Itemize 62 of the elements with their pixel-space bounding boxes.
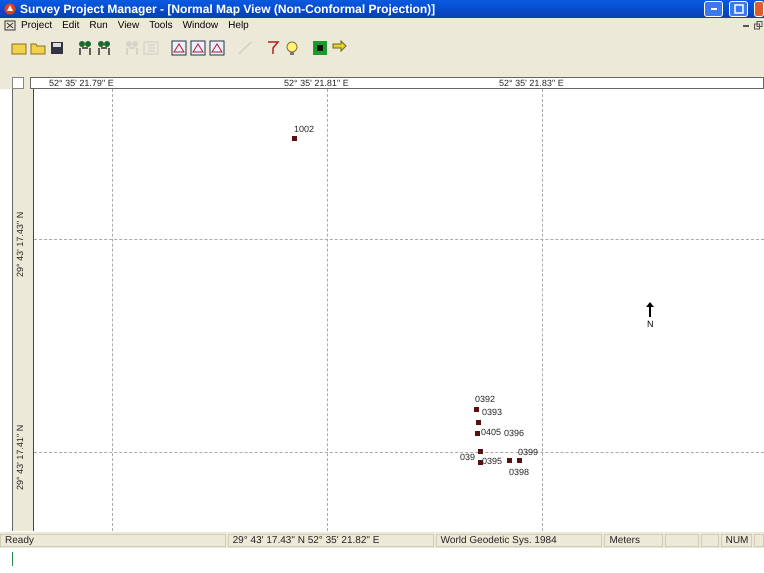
bulb-icon bbox=[284, 40, 300, 56]
status-pane: NUM bbox=[720, 534, 752, 546]
menu-item[interactable]: Edit bbox=[57, 20, 84, 31]
figures-icon bbox=[77, 40, 93, 56]
minimize-icon bbox=[743, 24, 749, 26]
new-file-icon bbox=[11, 41, 27, 55]
square-icon bbox=[312, 40, 328, 56]
toolbar-button[interactable] bbox=[189, 39, 207, 57]
document-icon[interactable] bbox=[4, 20, 16, 31]
minimize-button[interactable] bbox=[704, 1, 723, 17]
menu-item[interactable]: Tools bbox=[144, 20, 178, 31]
status-pane bbox=[665, 534, 699, 546]
map-frame-icon bbox=[190, 40, 206, 56]
status-pane: Meters bbox=[604, 534, 664, 546]
maximize-button[interactable] bbox=[729, 1, 748, 17]
minimize-icon bbox=[710, 8, 716, 10]
figures-icon bbox=[124, 40, 140, 56]
map-frame-icon bbox=[171, 40, 187, 56]
toolbar-button[interactable] bbox=[95, 39, 113, 57]
ruler-corner bbox=[12, 77, 24, 89]
status-pane: World Geodetic Sys. 1984 bbox=[436, 534, 602, 546]
point-label: 0393 bbox=[482, 407, 502, 417]
toolbar-button[interactable] bbox=[311, 39, 329, 57]
status-pane bbox=[700, 534, 719, 546]
menu-item[interactable]: Window bbox=[178, 20, 224, 31]
north-label: N bbox=[647, 319, 654, 329]
toolbar-button[interactable] bbox=[170, 39, 188, 57]
ruler-label: 52° 35' 21.81'' E bbox=[284, 78, 349, 88]
figures-icon bbox=[96, 40, 112, 56]
app-icon bbox=[4, 3, 16, 15]
toolbar-button[interactable] bbox=[48, 39, 66, 57]
restore-icon bbox=[754, 21, 762, 30]
maximize-icon bbox=[734, 4, 744, 14]
ruler-label: 29° 43' 17.43'' N bbox=[15, 212, 25, 277]
status-pane bbox=[754, 534, 764, 546]
status-pane: Ready bbox=[0, 534, 226, 546]
status-pane: 29° 43' 17.43" N 52° 35' 21.82" E bbox=[228, 534, 434, 546]
point-label: 0399 bbox=[518, 447, 538, 457]
close-button[interactable] bbox=[754, 1, 764, 17]
grid-icon bbox=[143, 40, 159, 56]
save-icon bbox=[50, 41, 64, 55]
open-folder-icon bbox=[30, 41, 46, 55]
point-label: 0405 bbox=[481, 427, 502, 437]
point-label: 1002 bbox=[294, 124, 314, 134]
menu-item[interactable]: Run bbox=[84, 20, 113, 31]
map-frame-icon bbox=[209, 40, 225, 56]
toolbar-button[interactable] bbox=[76, 39, 94, 57]
ruler-label: 52° 35' 21.79'' E bbox=[49, 78, 114, 88]
point-label: 0396 bbox=[504, 428, 524, 438]
toolbar-button[interactable] bbox=[208, 39, 226, 57]
menu-item[interactable]: View bbox=[112, 20, 144, 31]
point-label: 0392 bbox=[475, 394, 496, 404]
ruler-label: 29° 43' 17.41'' N bbox=[15, 424, 25, 490]
point-label: 039 bbox=[460, 452, 476, 462]
menu-item[interactable]: Help bbox=[223, 20, 254, 31]
window-title: Survey Project Manager - [Normal Map View (Non-Conformal Projection)] bbox=[20, 2, 436, 16]
menu-item[interactable]: Project bbox=[16, 20, 58, 31]
line-icon bbox=[237, 40, 253, 56]
point-label: 0398 bbox=[509, 467, 530, 477]
point-label: 0395 bbox=[482, 456, 502, 466]
ruler-label: 52° 35' 21.83'' E bbox=[499, 78, 564, 88]
north-arrow-icon bbox=[646, 302, 654, 317]
